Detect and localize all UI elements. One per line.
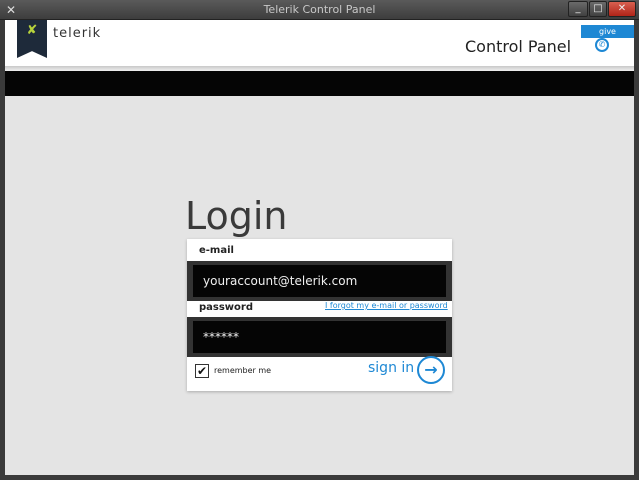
login-heading: Login (185, 194, 288, 238)
password-input[interactable]: ****** (193, 321, 446, 353)
app-window: ✘ telerik give feedback Control Panel ✆ … (5, 20, 634, 475)
minimize-button[interactable]: _ (568, 1, 588, 17)
arrow-right-icon[interactable]: → (417, 356, 445, 384)
maximize-button[interactable]: □ (589, 1, 607, 17)
email-field-frame: youraccount@telerik.com (187, 261, 452, 301)
toolbar (5, 71, 634, 96)
telerik-logo-icon: ✘ (26, 23, 38, 38)
window-title: Telerik Control Panel (263, 3, 376, 16)
email-label: e-mail (199, 245, 234, 256)
password-label: password (199, 302, 254, 313)
sign-in-label[interactable]: sign in (368, 360, 414, 376)
app-header: ✘ telerik give feedback Control Panel ✆ (5, 20, 634, 66)
email-input[interactable]: youraccount@telerik.com (193, 265, 446, 297)
close-button[interactable]: ✕ (608, 1, 636, 17)
forgot-credentials-link[interactable]: I forgot my e-mail or password (325, 301, 448, 310)
login-panel: e-mail youraccount@telerik.com password … (187, 239, 452, 391)
password-field-frame: ****** (187, 317, 452, 357)
page-title: Control Panel (465, 37, 572, 56)
brand-name: telerik (53, 26, 102, 41)
remember-me-label: remember me (214, 366, 272, 375)
phone-icon[interactable]: ✆ (595, 38, 609, 52)
title-bar[interactable]: ✕ Telerik Control Panel _ □ ✕ (0, 0, 639, 20)
give-feedback-button[interactable]: give feedback (581, 25, 634, 49)
remember-me-checkbox[interactable]: ✔ (195, 364, 209, 378)
